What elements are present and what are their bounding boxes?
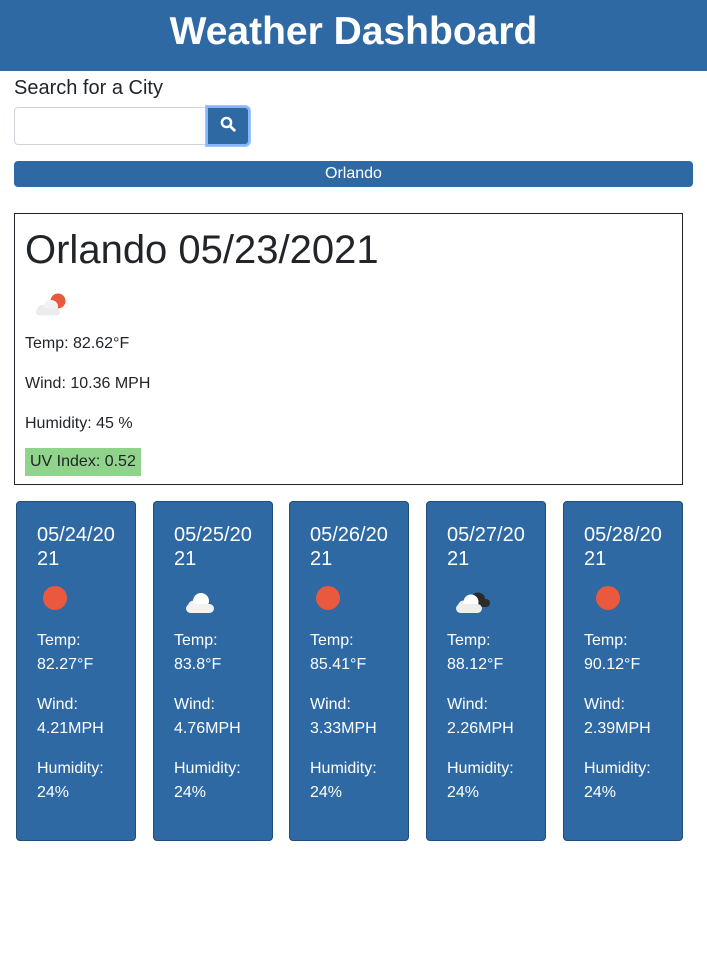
forecast-date: 05/26/2021 <box>310 524 388 570</box>
forecast-card: 05/25/2021 Temp: 83.8°F Wind: 4.76MPH Hu… <box>153 501 273 841</box>
sun-icon <box>43 586 67 615</box>
sun-icon <box>316 586 340 615</box>
cloud-icon <box>184 592 216 619</box>
forecast-card: 05/27/2021 Temp: 88.12°F Wind: 2.26MPH H… <box>426 501 546 841</box>
forecast-humidity-label: Humidity: <box>584 760 651 777</box>
page-title: Weather Dashboard <box>169 10 538 53</box>
forecast-date: 05/28/2021 <box>584 524 662 570</box>
forecast-temp: 82.27°F <box>37 656 94 673</box>
forecast-wind-label: Wind: <box>174 696 215 713</box>
forecast-wind: 4.21MPH <box>37 720 104 737</box>
forecast-wind-label: Wind: <box>310 696 351 713</box>
broken-clouds-icon <box>454 590 492 621</box>
search-input[interactable] <box>14 107 206 145</box>
current-humidity: Humidity: 45 % <box>25 415 133 432</box>
forecast-humidity: 24% <box>447 784 480 801</box>
forecast-temp-label: Temp: <box>310 632 354 649</box>
current-temp: Temp: 82.62°F <box>25 335 130 352</box>
forecast-temp: 83.8°F <box>174 656 222 673</box>
search-icon <box>220 116 236 137</box>
forecast-temp-label: Temp: <box>584 632 628 649</box>
forecast-humidity-label: Humidity: <box>37 760 104 777</box>
forecast-wind: 2.26MPH <box>447 720 514 737</box>
history-city-button[interactable]: Orlando <box>14 161 693 187</box>
current-city-date: Orlando 05/23/2021 <box>25 228 379 272</box>
forecast-humidity-label: Humidity: <box>447 760 514 777</box>
forecast-temp-label: Temp: <box>447 632 491 649</box>
sun-icon <box>596 586 620 615</box>
forecast-temp-label: Temp: <box>174 632 218 649</box>
forecast-card: 05/24/2021 Temp: 82.27°F Wind: 4.21MPH H… <box>16 501 136 841</box>
search-label: Search for a City <box>14 77 163 99</box>
forecast-wind: 2.39MPH <box>584 720 651 737</box>
search-button[interactable] <box>206 106 250 146</box>
forecast-humidity: 24% <box>584 784 617 801</box>
forecast-date: 05/27/2021 <box>447 524 525 570</box>
forecast-temp-label: Temp: <box>37 632 81 649</box>
forecast-wind: 3.33MPH <box>310 720 377 737</box>
forecast-temp: 88.12°F <box>447 656 504 673</box>
forecast-humidity-label: Humidity: <box>310 760 377 777</box>
forecast-temp: 90.12°F <box>584 656 641 673</box>
current-wind: Wind: 10.36 MPH <box>25 375 151 392</box>
forecast-wind-label: Wind: <box>37 696 78 713</box>
forecast-date: 05/25/2021 <box>174 524 252 570</box>
app-header: Weather Dashboard <box>0 0 707 71</box>
forecast-humidity-label: Humidity: <box>174 760 241 777</box>
sun-behind-cloud-icon <box>31 290 71 325</box>
current-weather-card: Orlando 05/23/2021 Temp: 82.62°F Wind: 1… <box>14 213 683 485</box>
forecast-card: 05/26/2021 Temp: 85.41°F Wind: 3.33MPH H… <box>289 501 409 841</box>
forecast-wind: 4.76MPH <box>174 720 241 737</box>
forecast-date: 05/24/2021 <box>37 524 115 570</box>
uv-index-badge: UV Index: 0.52 <box>25 448 141 476</box>
forecast-wind-label: Wind: <box>447 696 488 713</box>
forecast-card: 05/28/2021 Temp: 90.12°F Wind: 2.39MPH H… <box>563 501 683 841</box>
forecast-humidity: 24% <box>310 784 343 801</box>
forecast-temp: 85.41°F <box>310 656 367 673</box>
forecast-wind-label: Wind: <box>584 696 625 713</box>
forecast-humidity: 24% <box>174 784 207 801</box>
forecast-humidity: 24% <box>37 784 70 801</box>
